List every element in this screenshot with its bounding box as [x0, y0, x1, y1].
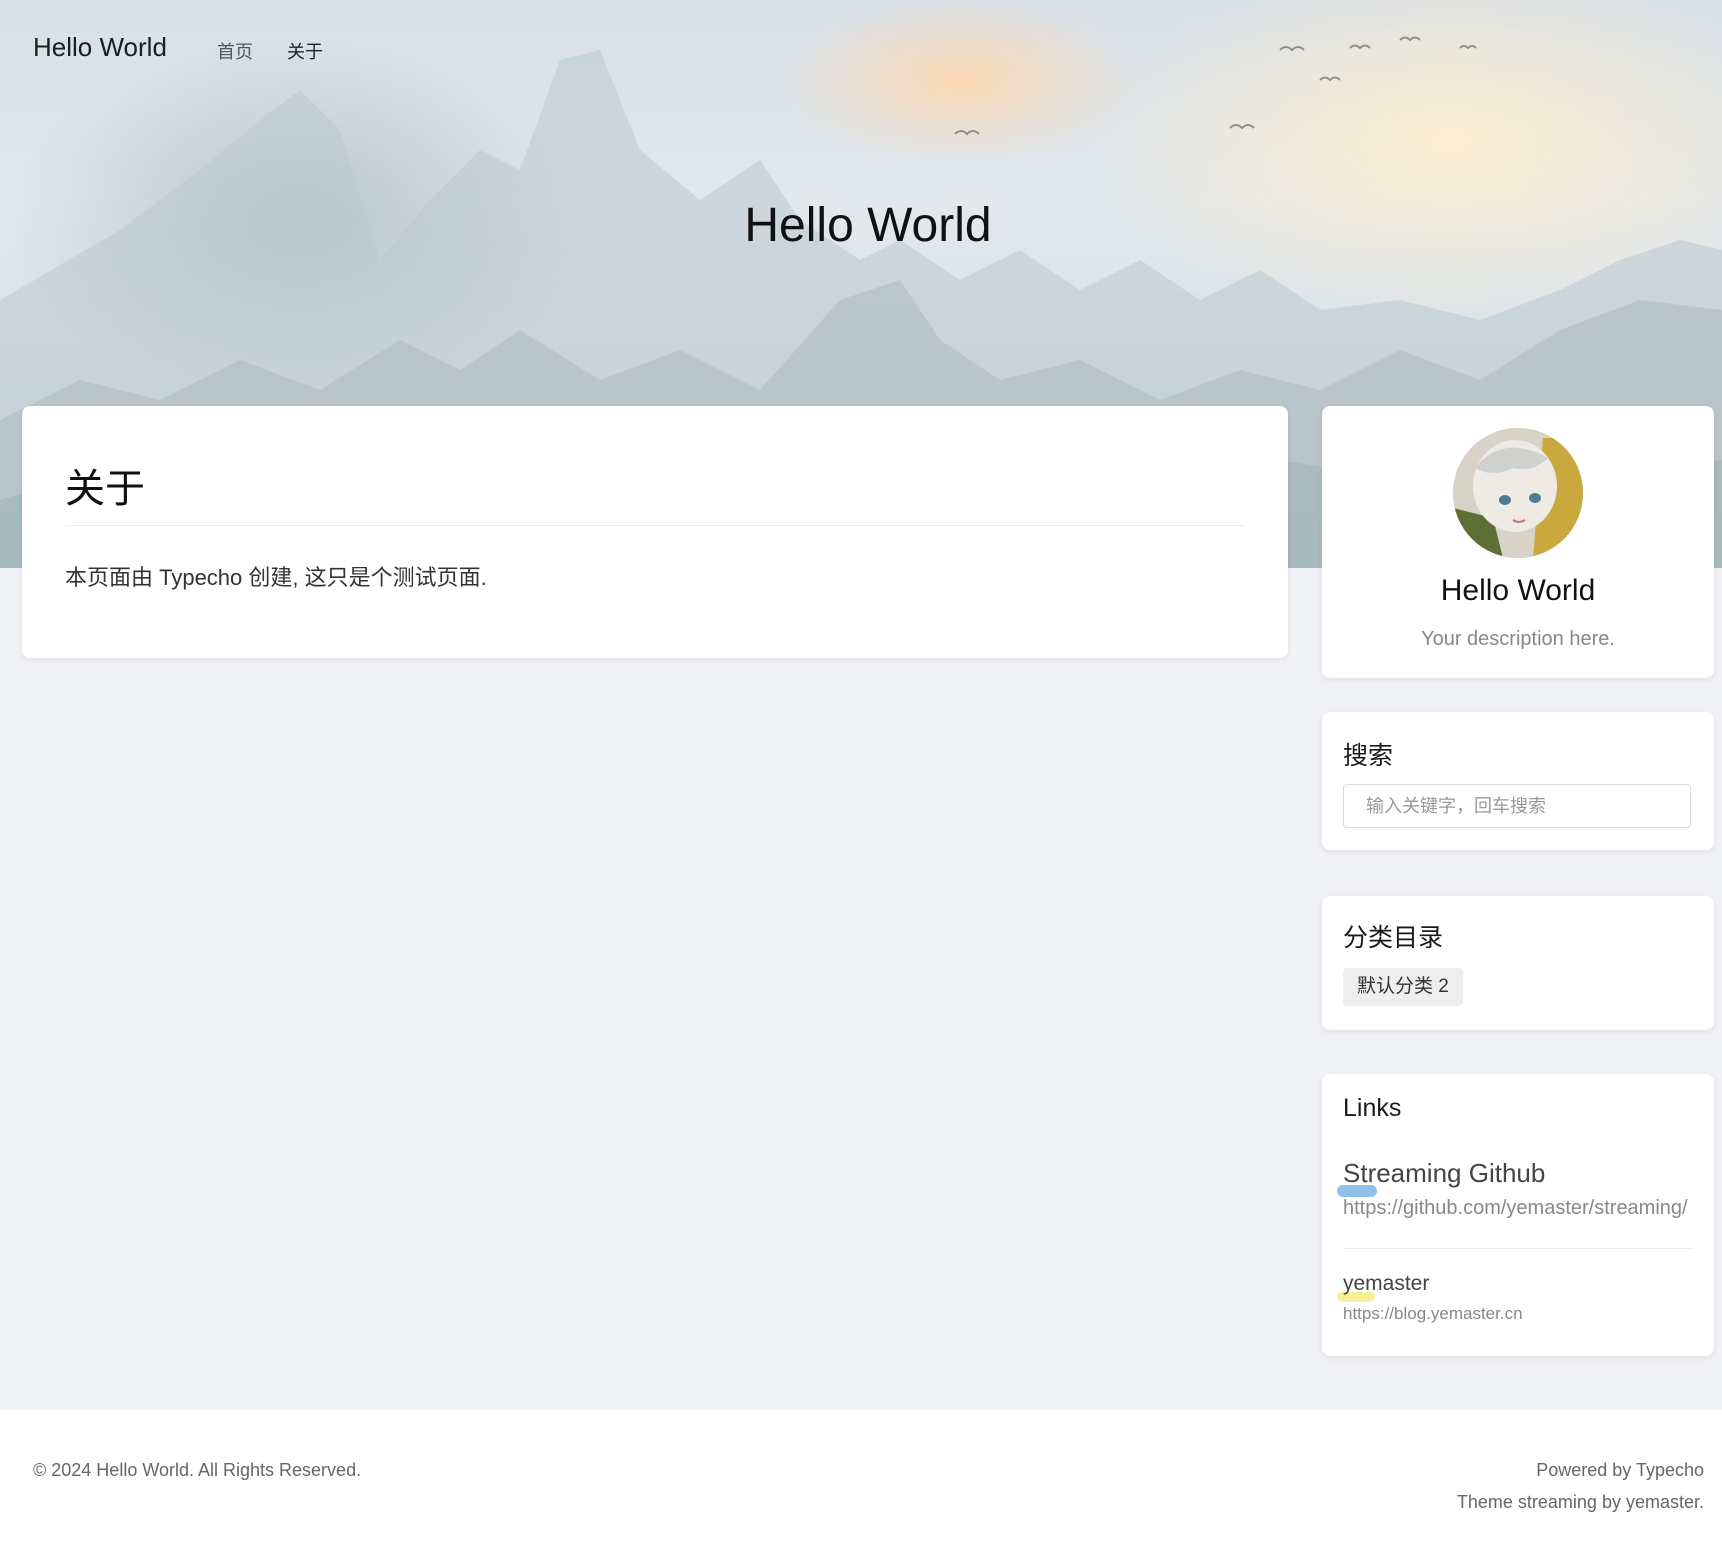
powered-by-link[interactable]: Powered by Typecho [1536, 1460, 1704, 1481]
avatar [1453, 428, 1583, 558]
links-divider [1343, 1248, 1693, 1249]
category-tag[interactable]: 默认分类 2 [1343, 968, 1463, 1006]
category-widget-title: 分类目录 [1343, 924, 1444, 952]
nav-item-home[interactable]: 首页 [217, 38, 253, 64]
link-title-text[interactable]: yemaster [1343, 1272, 1429, 1295]
nav-item-about[interactable]: 关于 [287, 38, 323, 64]
copyright-text: © 2024 Hello World. All Rights Reserved. [33, 1460, 362, 1480]
search-widget: 搜索 [1322, 712, 1714, 850]
link-item-streaming-github[interactable]: Streaming Github https://github.com/yema… [1337, 1158, 1688, 1220]
link-item-yemaster[interactable]: yemaster https://blog.yemaster.cn [1337, 1272, 1523, 1324]
link-url[interactable]: https://blog.yemaster.cn [1343, 1304, 1523, 1324]
title-divider [65, 525, 1245, 526]
page-body-text: 本页面由 Typecho 创建, 这只是个测试页面. [65, 565, 487, 590]
category-widget: 分类目录 默认分类 2 [1322, 896, 1714, 1030]
profile-name: Hello World [1440, 574, 1596, 607]
search-input[interactable] [1343, 784, 1691, 828]
profile-description: Your description here. [1421, 628, 1615, 650]
link-title[interactable]: yemaster [1337, 1272, 1523, 1302]
hero-title: Hello World [744, 199, 992, 252]
site-brand-link[interactable]: Hello World [33, 32, 167, 63]
profile-card: Hello World Your description here. [1322, 406, 1714, 678]
page-footer: © 2024 Hello World. All Rights Reserved.… [0, 1410, 1722, 1562]
links-widget-title: Links [1343, 1094, 1402, 1122]
theme-credit-link[interactable]: Theme streaming by yemaster. [1457, 1492, 1704, 1513]
search-widget-title: 搜索 [1343, 742, 1394, 770]
link-title[interactable]: Streaming Github [1337, 1158, 1688, 1197]
links-widget: Links Streaming Github https://github.co… [1322, 1074, 1714, 1356]
link-title-text[interactable]: Streaming Github [1343, 1158, 1545, 1188]
page-content-card: 关于 本页面由 Typecho 创建, 这只是个测试页面. [22, 406, 1288, 658]
link-url[interactable]: https://github.com/yemaster/streaming/ [1343, 1197, 1688, 1220]
avatar-image [1453, 428, 1583, 558]
top-navigation: Hello World 首页 关于 [0, 0, 1722, 100]
page-title: 关于 [65, 467, 145, 511]
